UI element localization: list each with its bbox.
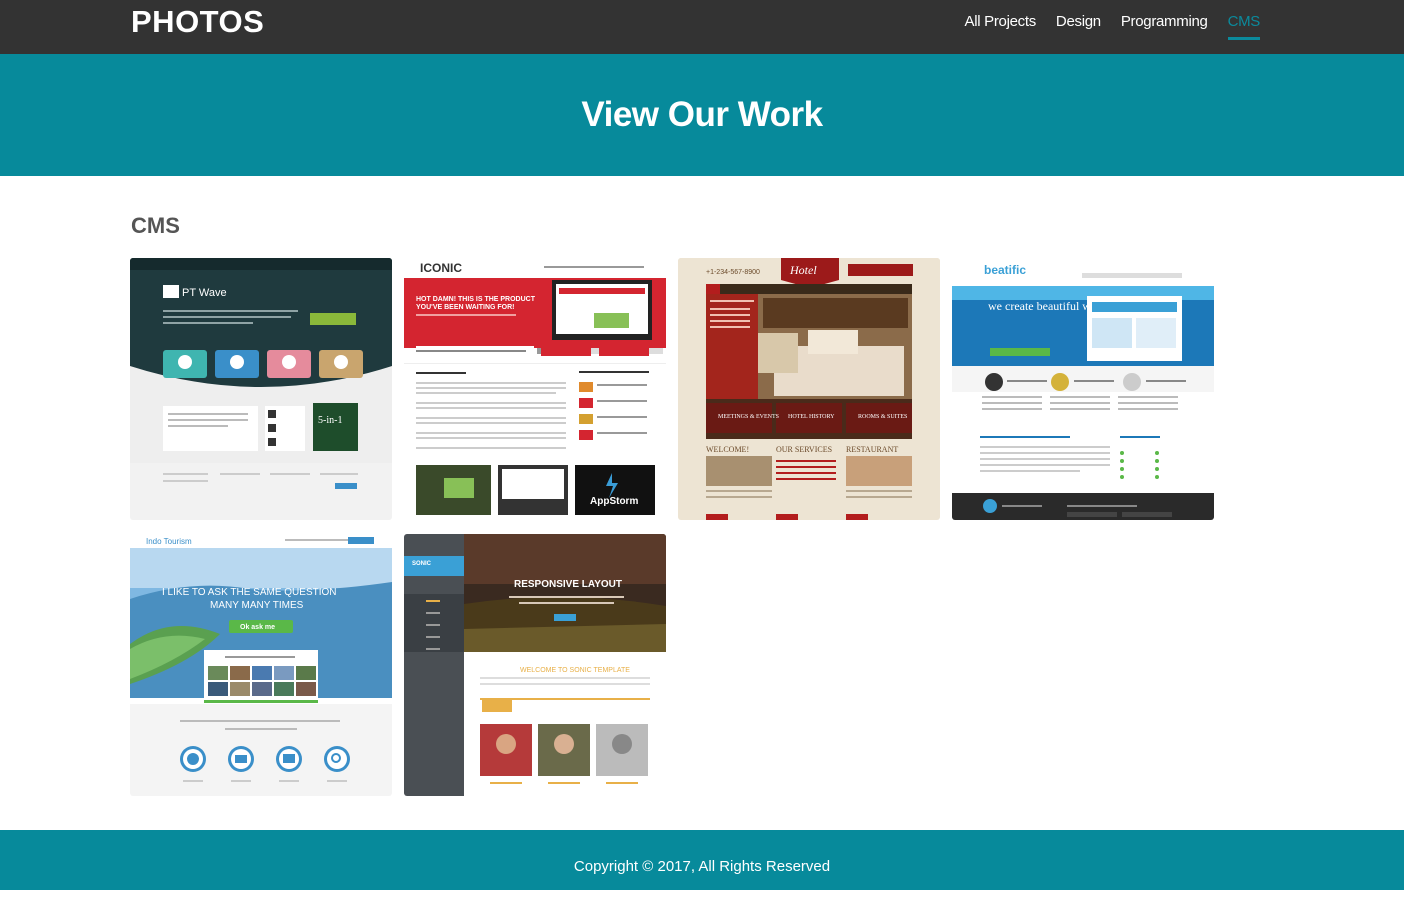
thumb-hotel[interactable]: +1-234-567-8900 Hotel MEETINGS & EVENTS … bbox=[678, 258, 940, 520]
hotel-label-welcome: WELCOME! bbox=[706, 445, 749, 454]
svg-text:MANY MANY TIMES: MANY MANY TIMES bbox=[210, 600, 304, 611]
hotel-label-services: OUR SERVICES bbox=[776, 445, 832, 454]
nav-menu: All Projects Design Programming CMS bbox=[964, 13, 1260, 40]
thumb-sonic[interactable]: SONIC RESPONSIVE LAYOUT WELCOME TO SONIC… bbox=[404, 534, 666, 796]
thumb-ptwave[interactable]: PT Wave 5-in-1 bbox=[130, 258, 392, 520]
brand-logo[interactable]: PHOTOS bbox=[131, 5, 264, 39]
sonic-logo: SONIC bbox=[412, 561, 432, 567]
iconic-badge: AppStorm bbox=[590, 496, 638, 507]
iconic-logo: ICONIC bbox=[420, 261, 462, 275]
svg-text:YOU'VE BEEN WAITING FOR!: YOU'VE BEEN WAITING FOR! bbox=[416, 304, 515, 311]
nav-cms[interactable]: CMS bbox=[1227, 13, 1260, 40]
hero-banner: View Our Work bbox=[0, 54, 1404, 176]
svg-text:MEETINGS & EVENTS: MEETINGS & EVENTS bbox=[718, 414, 779, 420]
footer: Copyright © 2017, All Rights Reserved bbox=[0, 830, 1404, 890]
nav-programming[interactable]: Programming bbox=[1121, 13, 1208, 40]
hero-title: View Our Work bbox=[581, 95, 823, 134]
sonic-subheadline: WELCOME TO SONIC TEMPLATE bbox=[520, 667, 630, 674]
thumb-beatific[interactable]: beatific we create beautiful websites bbox=[952, 258, 1214, 520]
svg-text:HOT DAMN! THIS IS THE PRODUCT: HOT DAMN! THIS IS THE PRODUCT bbox=[416, 296, 536, 303]
indo-logo: Indo Tourism bbox=[146, 537, 192, 546]
svg-text:I LIKE TO ASK THE SAME QUESTIO: I LIKE TO ASK THE SAME QUESTION bbox=[162, 587, 337, 598]
nav-design[interactable]: Design bbox=[1056, 13, 1101, 40]
hotel-phone: +1-234-567-8900 bbox=[706, 269, 760, 276]
beatific-logo: beatific bbox=[984, 263, 1026, 277]
svg-text:ROOMS & SUITES: ROOMS & SUITES bbox=[858, 414, 907, 420]
copyright-text: Copyright © 2017, All Rights Reserved bbox=[573, 858, 831, 875]
thumb-iconic[interactable]: ICONIC HOT DAMN! THIS IS THE PRODUCT YOU… bbox=[404, 258, 666, 520]
ptwave-logo: PT Wave bbox=[182, 287, 227, 299]
hotel-logo: Hotel bbox=[789, 263, 817, 277]
section-title: CMS bbox=[131, 213, 180, 238]
indo-button: Ok ask me bbox=[240, 624, 275, 631]
svg-text:5-in-1: 5-in-1 bbox=[318, 415, 342, 426]
hotel-label-restaurant: RESTAURANT bbox=[846, 445, 898, 454]
thumb-indo-tourism[interactable]: Indo Tourism I LIKE TO ASK THE SAME QUES… bbox=[130, 534, 392, 796]
sonic-headline: RESPONSIVE LAYOUT bbox=[514, 579, 622, 590]
top-navbar: PHOTOS All Projects Design Programming C… bbox=[0, 0, 1404, 54]
svg-text:HOTEL HISTORY: HOTEL HISTORY bbox=[788, 414, 835, 420]
nav-all-projects[interactable]: All Projects bbox=[964, 13, 1036, 40]
